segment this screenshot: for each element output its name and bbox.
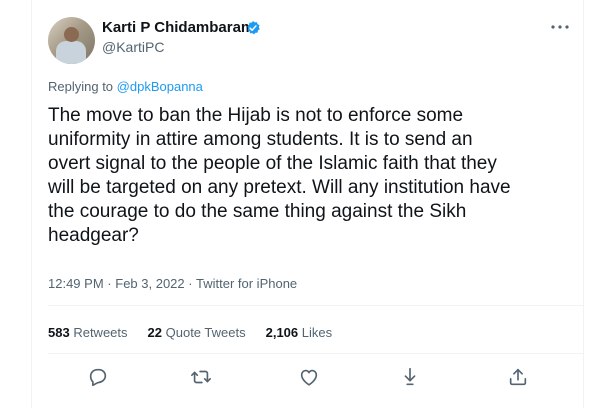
avatar-figure-shirt [56, 41, 86, 64]
retweets-label: Retweets [73, 325, 128, 340]
share-button[interactable] [507, 366, 529, 388]
avatar[interactable] [48, 17, 95, 64]
retweets-stat[interactable]: 583 Retweets [48, 325, 128, 341]
tweet-line: the courage to do the same thing against… [48, 201, 467, 222]
tweet-meta: 12:49 PM · Feb 3, 2022 · Twitter for iPh… [48, 276, 297, 292]
replying-to: Replying to @dpkBopanna [48, 79, 203, 95]
bookmark-button[interactable] [399, 366, 421, 388]
author-handle[interactable]: @KartiPC [102, 38, 164, 56]
timeline-border-right [583, 0, 584, 408]
retweets-count: 583 [48, 325, 70, 340]
share-icon [509, 368, 527, 386]
tweet-line: The move to ban the Hijab is not to enfo… [48, 105, 464, 126]
replying-to-mention[interactable]: @dpkBopanna [117, 79, 203, 94]
likes-stat[interactable]: 2,106 Likes [266, 325, 333, 341]
reply-icon [89, 368, 107, 387]
retweet-icon [191, 370, 211, 384]
replying-to-prefix: Replying to [48, 79, 114, 94]
likes-count: 2,106 [265, 325, 299, 340]
author-name[interactable]: Karti P Chidambaram [102, 19, 254, 37]
tweet-line: headgear? [48, 225, 139, 246]
tweet-line: uniformity in attire among students. It … [48, 129, 473, 150]
timeline-border-left [31, 0, 32, 408]
tweet-time[interactable]: 12:49 PM [48, 276, 104, 291]
like-button[interactable] [298, 366, 320, 388]
action-bar [48, 366, 568, 388]
quote-tweets-count: 22 [147, 325, 162, 340]
meta-separator: · [107, 276, 112, 291]
likes-label: Likes [301, 325, 333, 340]
divider [48, 305, 583, 306]
tweet-text: The move to ban the Hijab is not to enfo… [48, 104, 578, 248]
retweet-button[interactable] [190, 366, 212, 388]
tweet-line: overt signal to the people of the Islami… [48, 153, 497, 174]
reply-button[interactable] [87, 366, 109, 388]
quote-tweets-label: Quote Tweets [165, 325, 246, 340]
tweet-date[interactable]: Feb 3, 2022 [115, 276, 184, 291]
divider [48, 353, 583, 354]
meta-separator: · [188, 276, 193, 291]
verified-badge-icon [247, 21, 260, 35]
like-icon [300, 369, 318, 386]
more-icon[interactable] [548, 15, 572, 39]
quote-tweets-stat[interactable]: 22 Quote Tweets [148, 325, 246, 341]
tweet-line: will be targeted on any pretext. Will an… [48, 177, 511, 198]
bookmark-icon [404, 367, 416, 386]
tweet-source[interactable]: Twitter for iPhone [196, 276, 297, 291]
avatar-figure-head [64, 27, 79, 42]
engagement-stats: 583 Retweets 22 Quote Tweets 2,106 Likes [48, 325, 332, 341]
